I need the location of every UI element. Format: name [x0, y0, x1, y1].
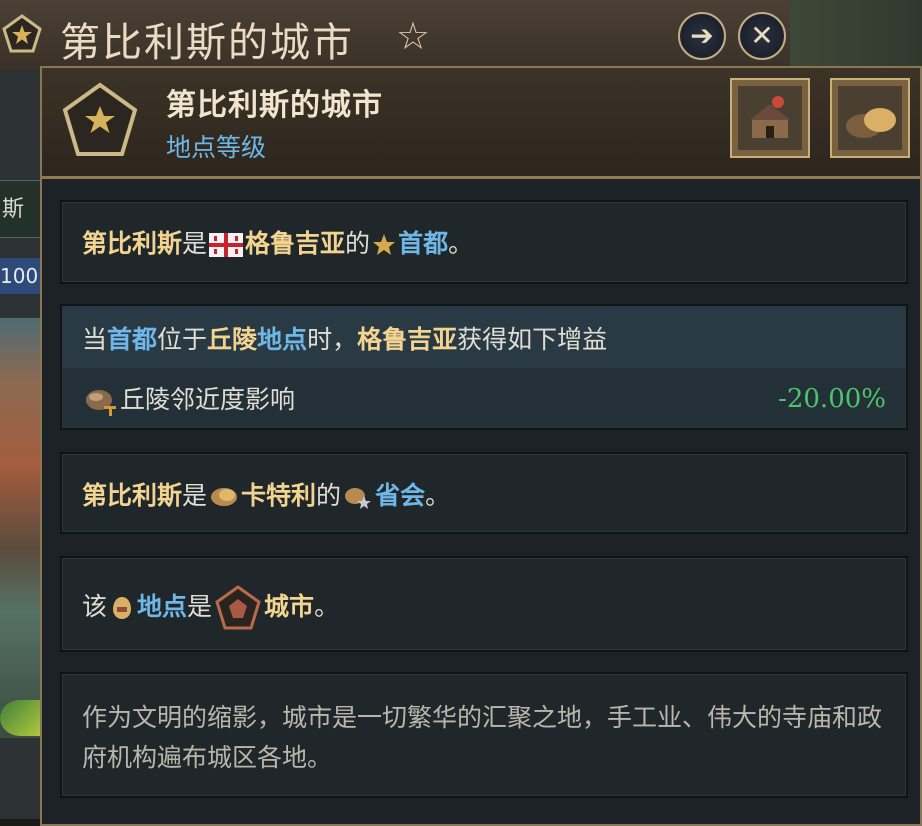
location-tooltip: 第比利斯的城市 地点等级 第比利斯是 格鲁吉亚的 首都。 当首都位于丘陵地点时，… — [40, 66, 922, 826]
city-name[interactable]: 第比利斯 — [82, 229, 182, 258]
star-icon — [373, 234, 396, 255]
hills-link[interactable]: 丘陵 — [207, 325, 257, 354]
text-time: 时， — [307, 325, 358, 354]
text-of: 的 — [316, 481, 342, 510]
description-text: 作为文明的缩影，城市是一切繁华的汇聚之地，手工业、伟大的寺庙和政府机构遍布城区各… — [82, 703, 883, 772]
text-period: 。 — [448, 229, 474, 258]
text-located: 位于 — [157, 325, 208, 354]
province-name[interactable]: 卡特利 — [241, 481, 316, 510]
background-title: 第比利斯的城市 — [60, 20, 354, 66]
green-icon[interactable] — [0, 700, 40, 736]
country-name[interactable]: 格鲁吉亚 — [245, 229, 345, 258]
side-number: 100 — [0, 258, 40, 294]
modifier-value: -20.00% — [778, 384, 886, 414]
country-name[interactable]: 格鲁吉亚 — [357, 325, 457, 354]
location-type-info: 该地点是 城市。 — [60, 556, 908, 652]
province-info: 第比利斯是 卡特利的 省会。 — [60, 452, 908, 534]
text-period: 。 — [314, 592, 340, 621]
side-tab[interactable]: 斯 — [0, 180, 40, 238]
star-pentagon-icon — [2, 14, 42, 53]
background-map-edge — [790, 0, 922, 70]
city-type[interactable]: 城市 — [264, 592, 314, 621]
province-icon — [211, 488, 238, 506]
tooltip-subtitle[interactable]: 地点等级 — [166, 128, 266, 164]
flag-icon — [209, 233, 244, 257]
star-icon[interactable]: ☆ — [396, 14, 430, 58]
tooltip-title: 第比利斯的城市 — [166, 88, 383, 123]
location-link[interactable]: 地点 — [137, 592, 187, 621]
modifier-name: 丘陵邻近度影响 — [120, 385, 296, 414]
location-link[interactable]: 地点 — [257, 325, 307, 354]
hills-icon — [86, 390, 116, 416]
capital-bonus-info: 当首都位于丘陵地点时，格鲁吉亚获得如下增益 丘陵邻近度影响 -20.00% — [60, 304, 908, 430]
building-icon — [738, 86, 802, 150]
capital-link[interactable]: 首都 — [107, 325, 157, 354]
text-of: 的 — [345, 229, 371, 258]
terrain-icon — [838, 86, 902, 150]
province-seat-link[interactable]: 省会 — [375, 481, 425, 510]
city-pentagon-icon — [215, 585, 261, 630]
text-when: 当 — [82, 325, 108, 354]
arrow-right-icon[interactable]: ➔ — [678, 12, 726, 60]
text-is: 是 — [182, 229, 208, 258]
province-seat-icon — [345, 488, 372, 509]
location-pin-icon — [113, 597, 132, 619]
terrain-button[interactable] — [830, 78, 910, 158]
building-button[interactable] — [730, 78, 810, 158]
city-name[interactable]: 第比利斯 — [82, 481, 182, 510]
tooltip-header: 第比利斯的城市 地点等级 — [42, 68, 920, 179]
text-period: 。 — [425, 481, 451, 510]
star-pentagon-icon — [62, 82, 138, 156]
capital-info: 第比利斯是 格鲁吉亚的 首都。 — [60, 200, 908, 284]
text-is: 是 — [182, 481, 208, 510]
capital-link[interactable]: 首都 — [398, 229, 448, 258]
description-box: 作为文明的缩影，城市是一切繁华的汇聚之地，手工业、伟大的寺庙和政府机构遍布城区各… — [60, 672, 908, 798]
text-gains: 获得如下增益 — [457, 325, 608, 354]
city-image — [0, 318, 40, 738]
text-this: 该 — [82, 592, 108, 621]
close-icon[interactable]: ✕ — [738, 12, 786, 60]
text-is: 是 — [187, 592, 213, 621]
